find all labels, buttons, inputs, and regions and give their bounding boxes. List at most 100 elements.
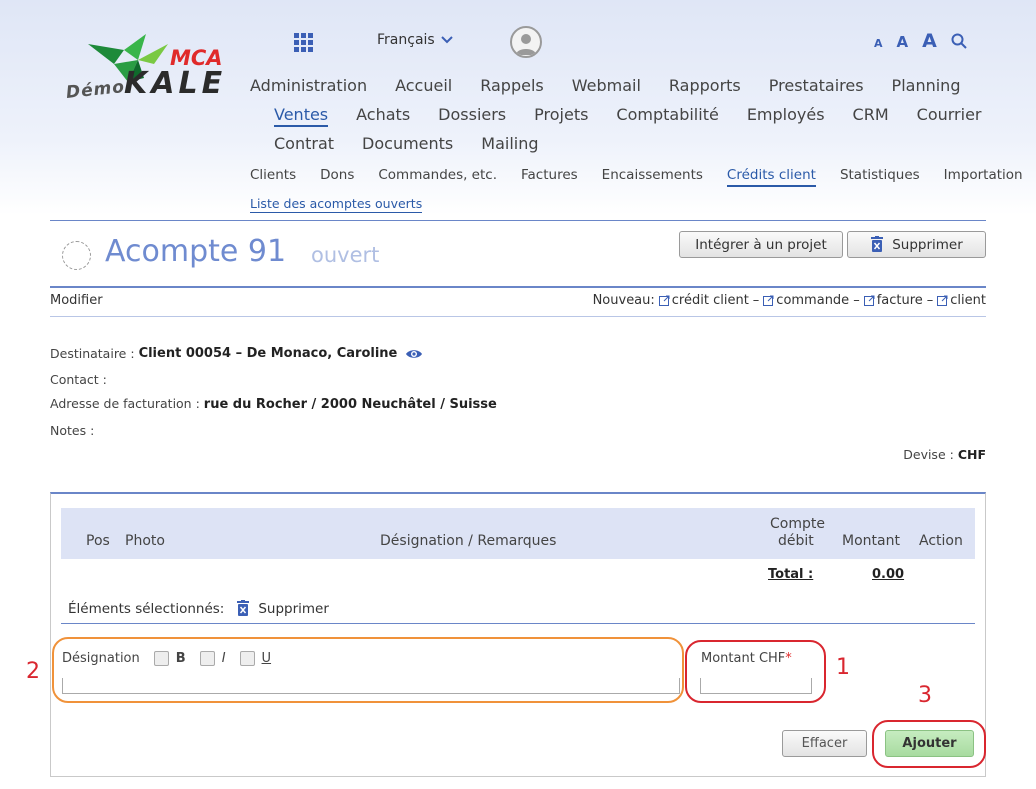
status-circle-icon	[62, 241, 91, 270]
nav-item-mailing[interactable]: Mailing	[481, 134, 538, 153]
external-link-icon	[937, 295, 948, 306]
recipient-row: Destinataire : Client 00054 – De Monaco,…	[50, 346, 423, 361]
font-size-small-button[interactable]: A	[874, 37, 883, 50]
kale-wordmark: KALE	[124, 66, 227, 101]
font-size-controls: A A A	[874, 30, 967, 52]
nav-item-rapports[interactable]: Rapports	[669, 76, 741, 95]
annotation-number-3: 3	[918, 683, 932, 708]
col-action: Action	[919, 533, 963, 549]
nav-item-comptabilite[interactable]: Comptabilité	[616, 105, 718, 127]
recipient-label: Destinataire :	[50, 346, 135, 361]
currency-value: CHF	[957, 447, 986, 462]
nav-item-crm[interactable]: CRM	[853, 105, 889, 127]
subnav-item-credits-client[interactable]: Crédits client	[726, 167, 816, 187]
eye-icon[interactable]	[405, 348, 423, 360]
new-label: Nouveau:	[592, 293, 655, 308]
nav-item-projets[interactable]: Projets	[534, 105, 588, 127]
subnav-item-commandes[interactable]: Commandes, etc.	[378, 167, 497, 187]
subnav-item-clients[interactable]: Clients	[250, 167, 296, 187]
clear-button[interactable]: Effacer	[782, 730, 867, 757]
new-credit-client-link[interactable]: crédit client	[658, 293, 749, 308]
new-credit-client-label: crédit client	[671, 293, 749, 308]
separator: –	[926, 293, 934, 308]
table-header: Pos Photo Désignation / Remarques Compte…	[61, 508, 975, 559]
table-divider	[61, 623, 975, 624]
subnav-item-statistiques[interactable]: Statistiques	[840, 167, 920, 187]
trash-icon	[871, 236, 884, 252]
new-commande-link[interactable]: commande	[763, 293, 849, 308]
nav-item-documents[interactable]: Documents	[362, 134, 453, 153]
sub-nav: Clients Dons Commandes, etc. Factures En…	[250, 167, 1023, 187]
nav-item-employes[interactable]: Employés	[747, 105, 825, 127]
subnav-item-dons[interactable]: Dons	[320, 167, 354, 187]
new-facture-label: facture	[876, 293, 923, 308]
recipient-value[interactable]: Client 00054 – De Monaco, Caroline	[139, 346, 398, 361]
total-label: Total :	[768, 567, 814, 582]
nav-item-ventes[interactable]: Ventes	[274, 105, 329, 127]
subnav-item-factures[interactable]: Factures	[521, 167, 578, 187]
main-nav-row-3: Contrat Documents Mailing	[274, 134, 567, 153]
new-facture-link[interactable]: facture	[863, 293, 923, 308]
col-photo: Photo	[125, 533, 165, 549]
subnav-item-importation[interactable]: Importation	[944, 167, 1023, 187]
trash-icon	[237, 600, 250, 616]
annotation-number-2: 2	[26, 659, 40, 684]
new-commande-label: commande	[776, 293, 850, 308]
nav-item-contrat[interactable]: Contrat	[274, 134, 334, 153]
divider-toolbar	[50, 316, 986, 317]
integrate-project-button[interactable]: Intégrer à un projet	[679, 231, 843, 258]
annotation-highlight-designation	[52, 637, 684, 703]
nav-item-administration[interactable]: Administration	[250, 76, 367, 95]
billing-value: rue du Rocher / 2000 Neuchâtel / Suisse	[203, 397, 497, 412]
selected-items-row: Éléments sélectionnés: Supprimer	[68, 600, 329, 617]
language-selector[interactable]: Français	[377, 32, 453, 48]
nav-item-prestataires[interactable]: Prestataires	[769, 76, 864, 95]
delete-selected-label: Supprimer	[258, 600, 329, 617]
billing-label: Adresse de facturation :	[50, 396, 200, 411]
nav-item-dossiers[interactable]: Dossiers	[438, 105, 506, 127]
language-label: Français	[377, 32, 435, 48]
subnav-item-encaissements[interactable]: Encaissements	[602, 167, 703, 187]
delete-selected-button[interactable]: Supprimer	[236, 600, 329, 617]
new-client-label: client	[950, 293, 986, 308]
delete-button[interactable]: Supprimer	[847, 231, 986, 258]
nav-item-webmail[interactable]: Webmail	[572, 76, 641, 95]
nav-item-planning[interactable]: Planning	[892, 76, 961, 95]
contact-label: Contact :	[50, 372, 107, 387]
subnav-item-open-deposits[interactable]: Liste des acomptes ouverts	[250, 196, 423, 213]
annotation-number-1: 1	[836, 655, 850, 680]
main-nav-row-1: Administration Accueil Rappels Webmail R…	[250, 76, 988, 95]
new-client-link[interactable]: client	[937, 293, 986, 308]
clear-label: Effacer	[801, 736, 848, 751]
external-link-icon	[763, 295, 774, 306]
total-value: 0.00	[872, 567, 905, 582]
chevron-down-icon	[440, 36, 453, 44]
new-links: Nouveau: crédit client – commande – fact…	[593, 293, 986, 308]
integrate-project-label: Intégrer à un projet	[695, 236, 827, 253]
status-badge: ouvert	[311, 243, 380, 267]
currency-label: Devise :	[903, 447, 954, 462]
col-designation: Désignation / Remarques	[380, 533, 557, 549]
font-size-medium-button[interactable]: A	[897, 33, 909, 51]
app-logo[interactable]: MCA Démo KALE	[62, 30, 237, 110]
user-icon	[516, 34, 536, 55]
delete-label: Supprimer	[892, 236, 963, 253]
user-avatar[interactable]	[510, 26, 542, 58]
nav-item-achats[interactable]: Achats	[356, 105, 410, 127]
font-size-large-button[interactable]: A	[922, 30, 937, 52]
annotation-highlight-amount	[685, 640, 826, 703]
nav-item-rappels[interactable]: Rappels	[480, 76, 544, 95]
selected-items-label: Éléments sélectionnés:	[68, 600, 225, 617]
notes-label: Notes :	[50, 423, 95, 438]
nav-item-accueil[interactable]: Accueil	[395, 76, 452, 95]
apps-grid-icon[interactable]	[294, 33, 314, 53]
separator: –	[853, 293, 860, 308]
modify-link[interactable]: Modifier	[50, 293, 103, 308]
col-account-line1: Compte	[770, 516, 825, 532]
external-link-icon	[863, 295, 875, 306]
nav-item-courrier[interactable]: Courrier	[917, 105, 982, 127]
annotation-highlight-add	[872, 720, 986, 768]
search-icon[interactable]	[951, 33, 967, 49]
currency-row: Devise : CHF	[903, 447, 986, 462]
page-title: Acompte 91	[105, 234, 287, 269]
